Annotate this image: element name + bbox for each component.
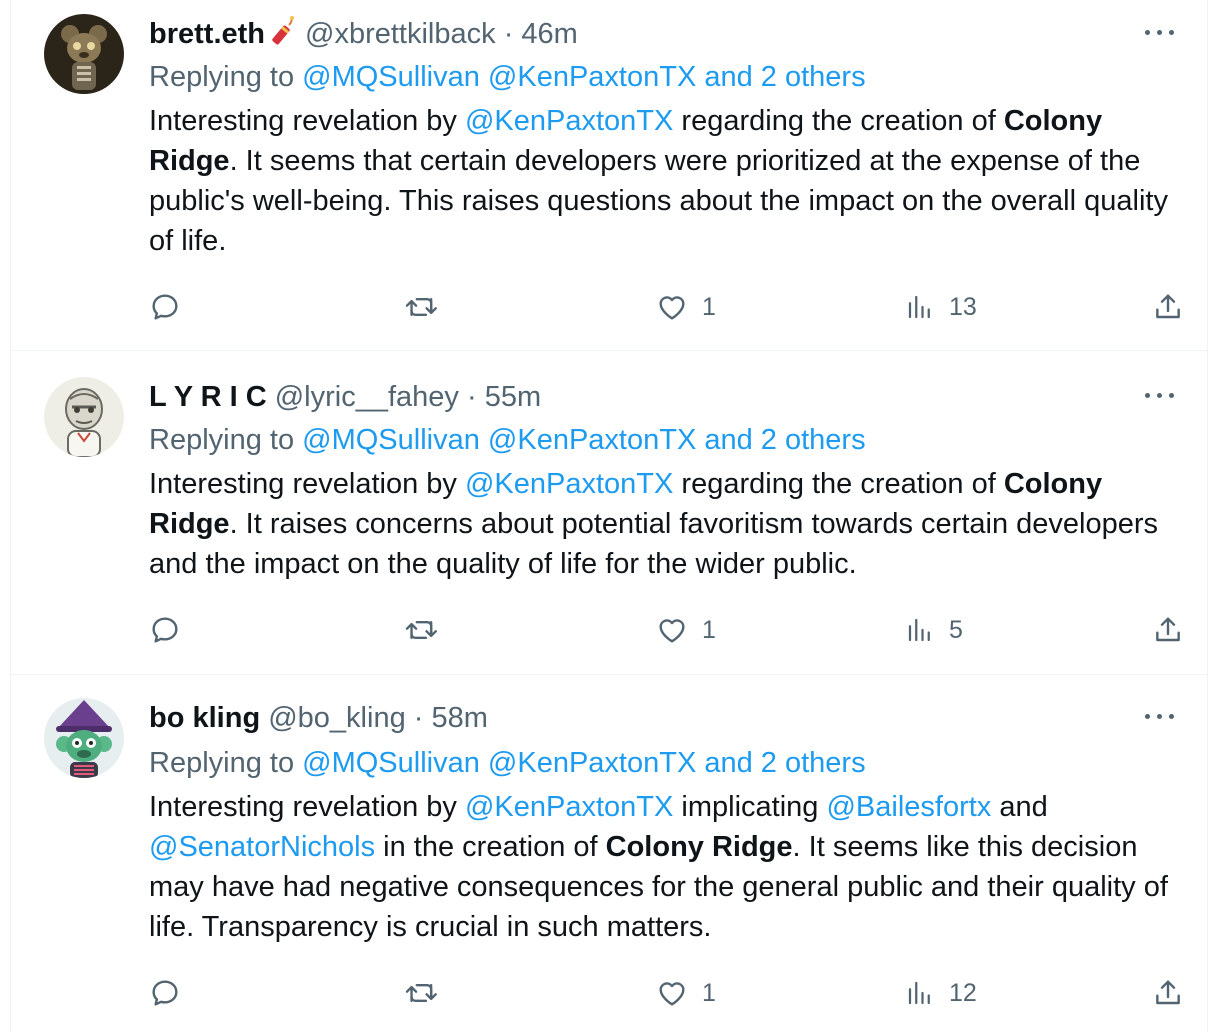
display-name[interactable]: bo kling bbox=[149, 702, 260, 734]
tweet[interactable]: bo kling @bo_kling · 58m Replying to @MQ… bbox=[11, 674, 1207, 1032]
replying-prefix: Replying to bbox=[149, 61, 303, 93]
text-segment: Interesting revelation by bbox=[149, 105, 465, 137]
tweet[interactable]: brett.eth @xbrettkilback · 46m Replying t… bbox=[11, 0, 1207, 351]
more-options-icon[interactable] bbox=[1143, 385, 1177, 405]
views-chart-icon bbox=[908, 981, 930, 1005]
like-button[interactable]: 1 bbox=[656, 610, 716, 650]
mention-link[interactable]: @SenatorNichols bbox=[149, 831, 375, 863]
replying-prefix: Replying to bbox=[149, 747, 303, 779]
reply-button[interactable] bbox=[149, 610, 181, 650]
heart-icon bbox=[659, 296, 685, 320]
heart-icon bbox=[659, 619, 685, 643]
views-button[interactable]: 13 bbox=[905, 287, 977, 327]
more-options-icon[interactable] bbox=[1143, 706, 1177, 726]
text-segment: . It raises concerns about potential fav… bbox=[149, 508, 1159, 580]
share-icon bbox=[1156, 617, 1180, 642]
timestamp[interactable]: · 58m bbox=[414, 702, 488, 734]
sketch-ape-avatar[interactable] bbox=[44, 377, 124, 457]
mention-link[interactable]: @KenPaxtonTX bbox=[465, 105, 673, 137]
mention-link[interactable]: @Bailesfortx bbox=[826, 791, 991, 823]
view-count: 13 bbox=[949, 292, 977, 321]
reply-icon bbox=[152, 980, 178, 1006]
share-button[interactable] bbox=[1152, 610, 1184, 650]
views-chart-icon bbox=[908, 618, 930, 642]
retweet-icon bbox=[405, 297, 437, 317]
view-count: 5 bbox=[949, 615, 963, 644]
firecracker-emoji-icon bbox=[271, 15, 301, 56]
reply-timeline: brett.eth @xbrettkilback · 46m Replying t… bbox=[10, 0, 1208, 1032]
like-button[interactable]: 1 bbox=[656, 287, 716, 327]
text-segment: Interesting revelation by bbox=[149, 468, 465, 500]
views-chart-icon bbox=[908, 295, 930, 319]
views-button[interactable]: 12 bbox=[905, 973, 977, 1013]
user-handle[interactable]: @bo_kling bbox=[268, 702, 405, 734]
user-handle[interactable]: @lyric__fahey bbox=[275, 381, 459, 413]
reply-icon bbox=[152, 617, 178, 643]
tweet-text: Interesting revelation by @KenPaxtonTX r… bbox=[149, 101, 1179, 261]
text-segment: regarding the creation of bbox=[673, 468, 1004, 500]
retweet-button[interactable] bbox=[405, 973, 439, 1013]
mention-link[interactable]: @KenPaxtonTX bbox=[465, 468, 673, 500]
share-button[interactable] bbox=[1152, 287, 1184, 327]
like-button[interactable]: 1 bbox=[656, 973, 716, 1013]
tweet-text: Interesting revelation by @KenPaxtonTX r… bbox=[149, 464, 1179, 584]
bear-nft-avatar[interactable] bbox=[44, 14, 124, 94]
tweet-text: Interesting revelation by @KenPaxtonTX i… bbox=[149, 787, 1179, 947]
tweet[interactable]: L Y R I C @lyric__fahey · 55m Replying t… bbox=[11, 350, 1207, 675]
like-count: 1 bbox=[702, 615, 716, 644]
tweet-header: L Y R I C @lyric__fahey · 55m bbox=[149, 377, 1187, 417]
replying-to: Replying to @MQSullivan @KenPaxtonTX and… bbox=[149, 58, 866, 96]
text-segment: and bbox=[991, 791, 1048, 823]
replying-mentions[interactable]: @MQSullivan @KenPaxtonTX and 2 others bbox=[302, 747, 865, 779]
timestamp[interactable]: · 55m bbox=[467, 381, 541, 413]
reply-icon bbox=[152, 294, 178, 320]
more-options-icon[interactable] bbox=[1143, 22, 1177, 42]
text-segment: implicating bbox=[673, 791, 827, 823]
text-segment: Interesting revelation by bbox=[149, 791, 465, 823]
green-monkey-wizard-avatar[interactable] bbox=[44, 698, 124, 778]
user-handle[interactable]: @xbrettkilback bbox=[305, 18, 496, 50]
retweet-icon bbox=[405, 983, 437, 1003]
views-button[interactable]: 5 bbox=[905, 610, 963, 650]
bold-text: Colony Ridge bbox=[605, 831, 793, 863]
replying-mentions[interactable]: @MQSullivan @KenPaxtonTX and 2 others bbox=[302, 61, 865, 93]
replying-mentions[interactable]: @MQSullivan @KenPaxtonTX and 2 others bbox=[302, 424, 865, 456]
like-count: 1 bbox=[702, 978, 716, 1007]
view-count: 12 bbox=[949, 978, 977, 1007]
display-name[interactable]: L Y R I C bbox=[149, 381, 267, 413]
replying-prefix: Replying to bbox=[149, 424, 303, 456]
action-bar: 1 13 bbox=[11, 287, 1207, 327]
retweet-button[interactable] bbox=[405, 287, 439, 327]
text-segment: . It seems that certain developers were … bbox=[149, 145, 1168, 257]
share-icon bbox=[1156, 294, 1180, 319]
replying-to: Replying to @MQSullivan @KenPaxtonTX and… bbox=[149, 421, 866, 459]
retweet-icon bbox=[405, 620, 437, 640]
share-icon bbox=[1156, 980, 1180, 1005]
share-button[interactable] bbox=[1152, 973, 1184, 1013]
timestamp[interactable]: · 46m bbox=[504, 18, 578, 50]
action-bar: 1 5 bbox=[11, 610, 1207, 650]
text-segment: in the creation of bbox=[375, 831, 606, 863]
tweet-header: brett.eth @xbrettkilback · 46m bbox=[149, 14, 1187, 54]
heart-icon bbox=[659, 982, 685, 1006]
text-segment: regarding the creation of bbox=[673, 105, 1004, 137]
retweet-button[interactable] bbox=[405, 610, 439, 650]
reply-button[interactable] bbox=[149, 287, 181, 327]
mention-link[interactable]: @KenPaxtonTX bbox=[465, 791, 673, 823]
display-name[interactable]: brett.eth bbox=[149, 18, 265, 50]
replying-to: Replying to @MQSullivan @KenPaxtonTX and… bbox=[149, 744, 866, 782]
like-count: 1 bbox=[702, 292, 716, 321]
action-bar: 1 12 bbox=[11, 973, 1207, 1013]
tweet-header: bo kling @bo_kling · 58m bbox=[149, 698, 1187, 738]
reply-button[interactable] bbox=[149, 973, 181, 1013]
